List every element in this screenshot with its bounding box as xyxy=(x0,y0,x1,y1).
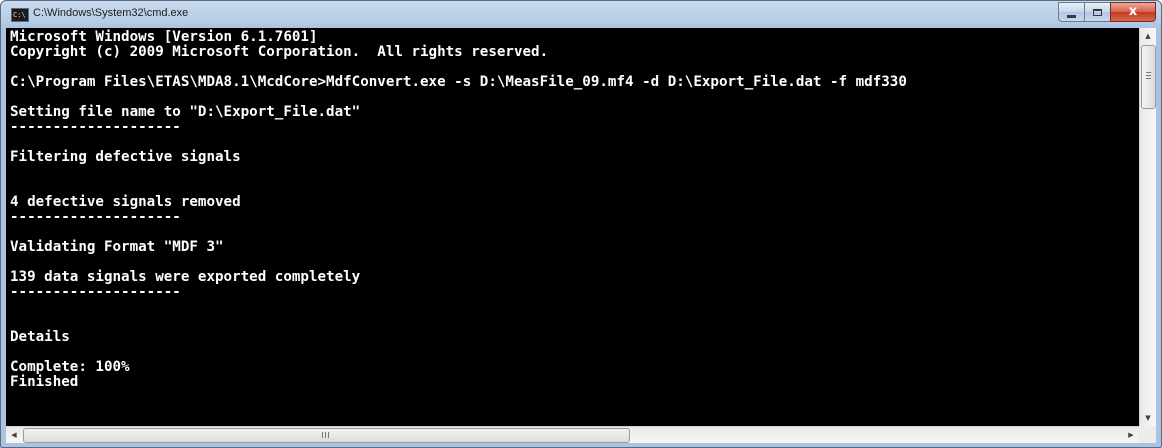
grip-icon xyxy=(322,432,329,438)
scroll-down-arrow-icon[interactable]: ▼ xyxy=(1140,410,1156,426)
scroll-up-arrow-icon[interactable]: ▲ xyxy=(1140,28,1156,44)
console-line: Validating Format "MDF 3" xyxy=(10,239,224,255)
console-line: -------------------- xyxy=(10,119,181,135)
console-line: Filtering defective signals xyxy=(10,149,241,165)
horizontal-scrollbar[interactable]: ◀ ▶ xyxy=(6,426,1139,443)
window-title: C:\Windows\System32\cmd.exe xyxy=(33,7,189,19)
close-button[interactable]: x xyxy=(1110,2,1156,22)
minimize-button[interactable] xyxy=(1058,2,1084,22)
cmd-window: C:\ C:\Windows\System32\cmd.exe x Micros… xyxy=(0,0,1162,448)
console-line: Details xyxy=(10,329,70,345)
scroll-left-arrow-icon[interactable]: ◀ xyxy=(6,427,22,443)
command-prompt-icon[interactable]: C:\ xyxy=(11,8,29,22)
vertical-scroll-thumb[interactable] xyxy=(1141,45,1156,109)
close-icon: x xyxy=(1128,4,1138,19)
maximize-button[interactable] xyxy=(1084,2,1110,22)
minimize-icon xyxy=(1067,14,1076,18)
console-line: C:\Program Files\ETAS\MDA8.1\McdCore>Mdf… xyxy=(10,74,907,90)
console-line: Finished xyxy=(10,374,79,390)
command-prompt-icon-text: C:\ xyxy=(13,11,26,19)
caption-buttons: x xyxy=(1058,2,1156,22)
resize-grip-icon[interactable] xyxy=(1139,426,1156,443)
console-line: 139 data signals were exported completel… xyxy=(10,269,361,285)
scroll-right-arrow-icon[interactable]: ▶ xyxy=(1123,427,1139,443)
console-line: Microsoft Windows [Version 6.1.7601] xyxy=(10,29,318,45)
console-output[interactable]: Microsoft Windows [Version 6.1.7601] Cop… xyxy=(6,28,1139,426)
console-line: Setting file name to "D:\Export_File.dat… xyxy=(10,104,361,120)
maximize-icon xyxy=(1093,8,1102,16)
grip-icon xyxy=(1146,72,1151,79)
horizontal-scroll-thumb[interactable] xyxy=(23,428,630,443)
console-line: -------------------- xyxy=(10,284,181,300)
console-line: 4 defective signals removed xyxy=(10,194,241,210)
console-line: Copyright (c) 2009 Microsoft Corporation… xyxy=(10,44,549,60)
console-text: Microsoft Windows [Version 6.1.7601] Cop… xyxy=(6,28,1139,390)
title-bar[interactable]: C:\ C:\Windows\System32\cmd.exe x xyxy=(1,1,1161,28)
console-line: Complete: 100% xyxy=(10,359,130,375)
vertical-scrollbar[interactable]: ▲ ▼ xyxy=(1139,28,1156,426)
console-line: -------------------- xyxy=(10,209,181,225)
